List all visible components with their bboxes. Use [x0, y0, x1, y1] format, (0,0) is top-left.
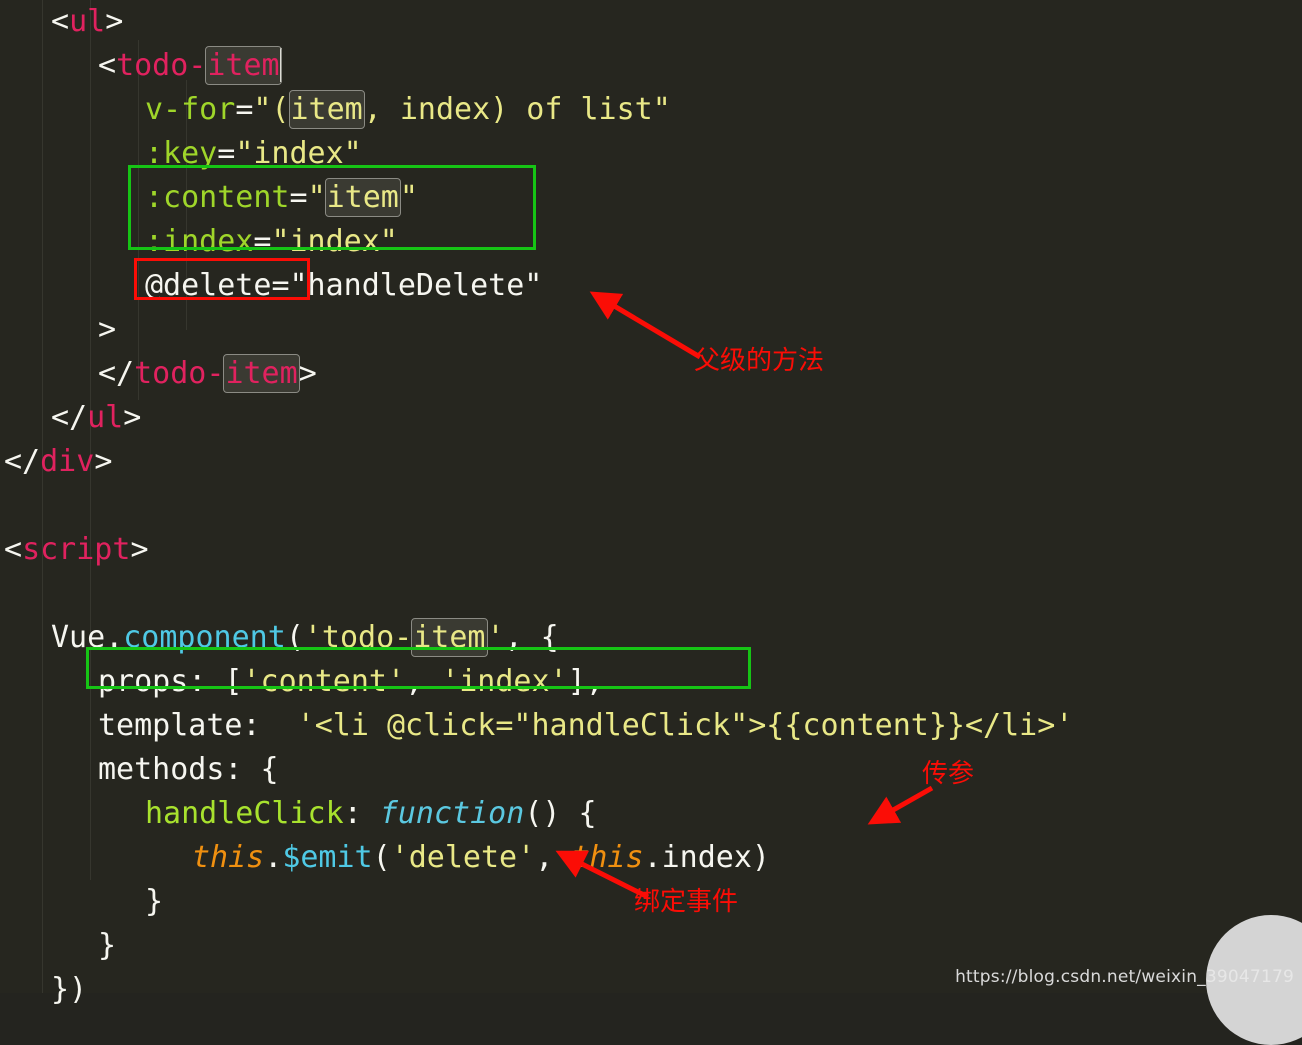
- code-token: </: [4, 444, 41, 479]
- code-token: div: [40, 444, 95, 479]
- code-line[interactable]: :key="index": [0, 132, 1302, 176]
- code-token: this: [192, 840, 265, 875]
- code-line[interactable]: :index="index": [0, 220, 1302, 264]
- code-token: ,: [535, 840, 572, 875]
- code-token: 'index': [441, 664, 568, 699]
- code-token: :key: [145, 136, 218, 171]
- code-content[interactable]: <ul> <todo-item v-for="(item, index) of li…: [0, 0, 1302, 1012]
- code-token: .: [264, 840, 283, 875]
- code-token: () {: [524, 796, 597, 831]
- code-token: 'content': [242, 664, 406, 699]
- code-token: handleClick: [145, 796, 344, 831]
- code-line[interactable]: [0, 572, 1302, 616]
- code-token: ="handleDelete": [271, 268, 543, 303]
- code-token: }): [51, 972, 88, 1007]
- code-line[interactable]: <script>: [0, 528, 1302, 572]
- code-token: </: [51, 400, 88, 435]
- code-token: >: [98, 312, 117, 347]
- code-token: "(: [253, 92, 290, 127]
- code-token: methods: {: [98, 752, 279, 787]
- code-line[interactable]: <ul>: [0, 0, 1302, 44]
- code-token: ": [307, 180, 326, 215]
- code-token: >: [130, 532, 149, 567]
- code-token: ": [399, 180, 418, 215]
- code-token: .index): [643, 840, 770, 875]
- code-line[interactable]: [0, 484, 1302, 528]
- code-token: >: [94, 444, 113, 479]
- code-token: 'todo-: [303, 620, 413, 655]
- code-line[interactable]: @delete="handleDelete": [0, 264, 1302, 308]
- code-token: =: [235, 92, 254, 127]
- code-token: =: [253, 224, 272, 259]
- occurrence-highlight: item: [411, 618, 488, 657]
- code-token: :content: [145, 180, 290, 215]
- code-line[interactable]: </ul>: [0, 396, 1302, 440]
- code-token: :index: [145, 224, 254, 259]
- code-token: [: [224, 664, 243, 699]
- code-token: 'delete': [390, 840, 536, 875]
- code-token: ': [486, 620, 505, 655]
- code-token: ,: [405, 664, 442, 699]
- text-caret: [279, 48, 282, 82]
- code-token: '<li @click="handleClick">{{content}}</l…: [296, 708, 1074, 743]
- code-token: (: [285, 620, 304, 655]
- code-line[interactable]: v-for="(item, index) of list": [0, 88, 1302, 132]
- code-line[interactable]: template: '<li @click="handleClick">{{co…: [0, 704, 1302, 748]
- occurrence-highlight: item: [288, 90, 365, 129]
- code-token: template:: [98, 708, 297, 743]
- code-token: }: [145, 884, 164, 919]
- code-token: , {: [504, 620, 559, 655]
- code-token: >: [123, 400, 142, 435]
- annotation-bind-event: 绑定事件: [634, 887, 739, 917]
- code-token: ul: [87, 400, 124, 435]
- code-token: </: [98, 356, 135, 391]
- annotation-pass-parameter: 传参: [922, 759, 975, 789]
- code-line[interactable]: }: [0, 924, 1302, 968]
- code-token: ul: [69, 4, 106, 39]
- code-line[interactable]: <todo-item: [0, 44, 1302, 88]
- code-token: <: [98, 48, 117, 83]
- code-token: =: [289, 180, 308, 215]
- code-line[interactable]: Vue.component('todo-item', {: [0, 616, 1302, 660]
- code-token: (: [372, 840, 391, 875]
- code-token: $emit: [282, 840, 373, 875]
- code-token: component: [123, 620, 286, 655]
- code-line[interactable]: methods: {: [0, 748, 1302, 792]
- occurrence-highlight: item: [324, 178, 401, 217]
- code-token: .: [105, 620, 124, 655]
- code-token: script: [22, 532, 131, 567]
- code-token: =: [217, 136, 236, 171]
- code-token: "index": [271, 224, 398, 259]
- code-token: >: [298, 356, 317, 391]
- code-token: Vue: [51, 620, 106, 655]
- code-token: todo-: [134, 356, 225, 391]
- code-token: }: [98, 928, 117, 963]
- code-token: "index": [235, 136, 362, 171]
- code-token: <: [51, 4, 70, 39]
- code-line[interactable]: </todo-item>: [0, 352, 1302, 396]
- code-token: >: [105, 4, 124, 39]
- code-token: v-for: [145, 92, 236, 127]
- code-line[interactable]: handleClick: function() {: [0, 792, 1302, 836]
- code-token: ],: [567, 664, 604, 699]
- code-line[interactable]: this.$emit('delete', this.index): [0, 836, 1302, 880]
- code-line[interactable]: >: [0, 308, 1302, 352]
- code-token: <: [4, 532, 23, 567]
- code-line[interactable]: </div>: [0, 440, 1302, 484]
- watermark: https://blog.csdn.net/weixin_39047179: [955, 967, 1294, 987]
- code-editor[interactable]: <ul> <todo-item v-for="(item, index) of li…: [0, 0, 1302, 1045]
- code-token: function: [379, 796, 525, 831]
- occurrence-highlight: item: [223, 354, 300, 393]
- code-token: this: [571, 840, 644, 875]
- code-token: :: [343, 796, 380, 831]
- code-token: todo-: [116, 48, 207, 83]
- code-token: props:: [98, 664, 225, 699]
- occurrence-highlight: item: [205, 46, 282, 85]
- annotation-parent-method: 父级的方法: [694, 346, 825, 376]
- code-line[interactable]: :content="item": [0, 176, 1302, 220]
- code-token: @delete: [145, 268, 272, 303]
- code-token: , index) of list": [363, 92, 671, 127]
- code-line[interactable]: props: ['content', 'index'],: [0, 660, 1302, 704]
